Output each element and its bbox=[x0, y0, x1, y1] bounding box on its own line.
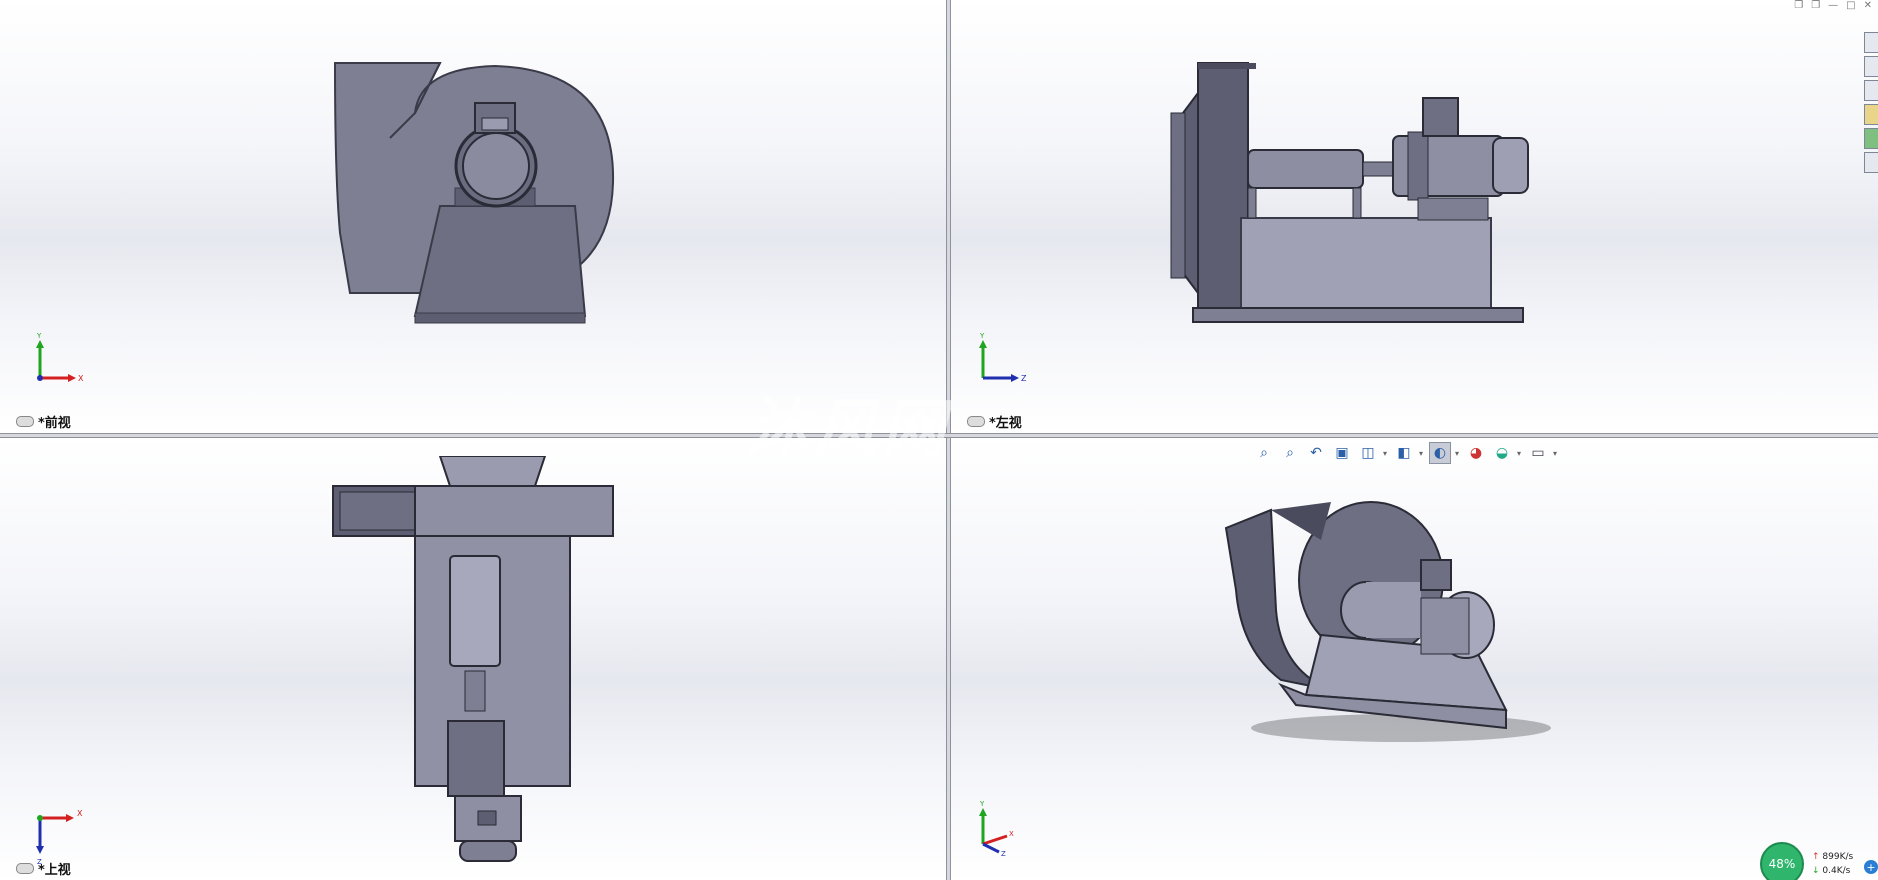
view-palette-icon[interactable] bbox=[1864, 104, 1878, 125]
axis-z-label: Z bbox=[1001, 850, 1006, 858]
hide-show-items-icon[interactable]: ◐ bbox=[1429, 442, 1451, 464]
close-icon[interactable]: ✕ bbox=[1864, 0, 1872, 11]
axis-x-label: X bbox=[77, 809, 83, 818]
viewport-top[interactable]: X Z *上视 bbox=[0, 438, 946, 880]
chevron-down-icon[interactable]: ▾ bbox=[1419, 449, 1425, 458]
network-monitor-widget[interactable]: 48% ↑ 899K/s ↓ 0.4K/s + bbox=[1760, 842, 1878, 880]
fan-model-front bbox=[333, 62, 615, 324]
network-rates: ↑ 899K/s ↓ 0.4K/s bbox=[1812, 850, 1853, 878]
upload-arrow-icon: ↑ bbox=[1812, 852, 1820, 862]
chevron-down-icon[interactable]: ▾ bbox=[1517, 449, 1523, 458]
custom-properties-icon[interactable] bbox=[1864, 152, 1878, 173]
fan-model-left bbox=[1170, 62, 1529, 323]
view-name: *上视 bbox=[38, 863, 71, 878]
viewport-isometric[interactable]: Y X Z 48% ↑ 899K/s ↓ 0.4K/s + bbox=[951, 438, 1878, 880]
axis-z-label: Z bbox=[1021, 374, 1027, 383]
zoom-to-area-icon[interactable]: ⌕ bbox=[1279, 442, 1301, 464]
viewport-front[interactable]: Y X *前视 bbox=[0, 0, 946, 433]
fan-model-top bbox=[332, 456, 614, 862]
link-views-icon[interactable] bbox=[16, 416, 34, 427]
file-explorer-icon[interactable] bbox=[1864, 80, 1878, 101]
watermark-logo: 沐风网 bbox=[745, 378, 949, 470]
minimize-icon[interactable]: — bbox=[1828, 0, 1838, 11]
axis-x-label: X bbox=[78, 374, 84, 383]
restore-icon[interactable]: ❐ bbox=[1794, 0, 1803, 11]
view-settings-icon[interactable]: ▭ bbox=[1527, 442, 1549, 464]
axis-x-label: X bbox=[1009, 830, 1014, 838]
download-arrow-icon: ↓ bbox=[1812, 866, 1820, 876]
view-name: *前视 bbox=[38, 416, 71, 431]
display-style-icon[interactable]: ◧ bbox=[1393, 442, 1415, 464]
coordinate-triad: Y Z bbox=[979, 332, 1027, 383]
window-controls[interactable]: ❐ ❐ — □ ✕ bbox=[1794, 0, 1872, 11]
viewport-label[interactable]: *上视 bbox=[16, 859, 71, 878]
viewport-left[interactable]: Y Z *左视 ❐ ❐ — □ ✕ bbox=[951, 0, 1878, 433]
viewport-label[interactable]: *前视 bbox=[16, 412, 71, 431]
axis-y-label: Y bbox=[979, 800, 985, 808]
chevron-down-icon[interactable]: ▾ bbox=[1383, 449, 1389, 458]
zoom-to-fit-icon[interactable]: ⌕ bbox=[1253, 442, 1275, 464]
coordinate-triad: X Z bbox=[36, 809, 83, 866]
edit-appearance-icon[interactable]: ◕ bbox=[1465, 442, 1487, 464]
heads-up-view-toolbar[interactable]: ⌕ ⌕ ↶ ▣ ◫ ▾ ◧ ▾ ◐ ▾ ◕ ◒ ▾ ▭ ▾ bbox=[1253, 442, 1559, 464]
maximize-icon[interactable]: □ bbox=[1846, 0, 1855, 11]
viewport-label[interactable]: *左视 bbox=[967, 412, 1022, 431]
fan-model-isometric bbox=[1224, 501, 1551, 742]
apply-scene-icon[interactable]: ◒ bbox=[1491, 442, 1513, 464]
link-views-icon[interactable] bbox=[16, 863, 34, 874]
task-pane-tabs[interactable] bbox=[1864, 32, 1878, 173]
download-rate: 0.4K/s bbox=[1822, 866, 1851, 876]
section-view-icon[interactable]: ▣ bbox=[1331, 442, 1353, 464]
link-views-icon[interactable] bbox=[967, 416, 985, 427]
upload-rate: 899K/s bbox=[1822, 852, 1854, 862]
coordinate-triad: Y X bbox=[36, 332, 84, 383]
view-orientation-icon[interactable]: ◫ bbox=[1357, 442, 1379, 464]
axis-y-label: Y bbox=[979, 332, 985, 340]
coordinate-triad: Y X Z bbox=[979, 800, 1014, 858]
expand-monitor-button[interactable]: + bbox=[1864, 860, 1878, 874]
axis-y-label: Y bbox=[36, 332, 42, 340]
appearances-icon[interactable] bbox=[1864, 128, 1878, 149]
view-name: *左视 bbox=[989, 416, 1022, 431]
restore-icon[interactable]: ❐ bbox=[1811, 0, 1820, 11]
home-icon[interactable] bbox=[1864, 32, 1878, 53]
watermark-text: 沐风网 bbox=[745, 393, 949, 467]
chevron-down-icon[interactable]: ▾ bbox=[1553, 449, 1559, 458]
chevron-down-icon[interactable]: ▾ bbox=[1455, 449, 1461, 458]
previous-view-icon[interactable]: ↶ bbox=[1305, 442, 1327, 464]
design-library-icon[interactable] bbox=[1864, 56, 1878, 77]
cpu-percent: 48% bbox=[1760, 842, 1804, 880]
